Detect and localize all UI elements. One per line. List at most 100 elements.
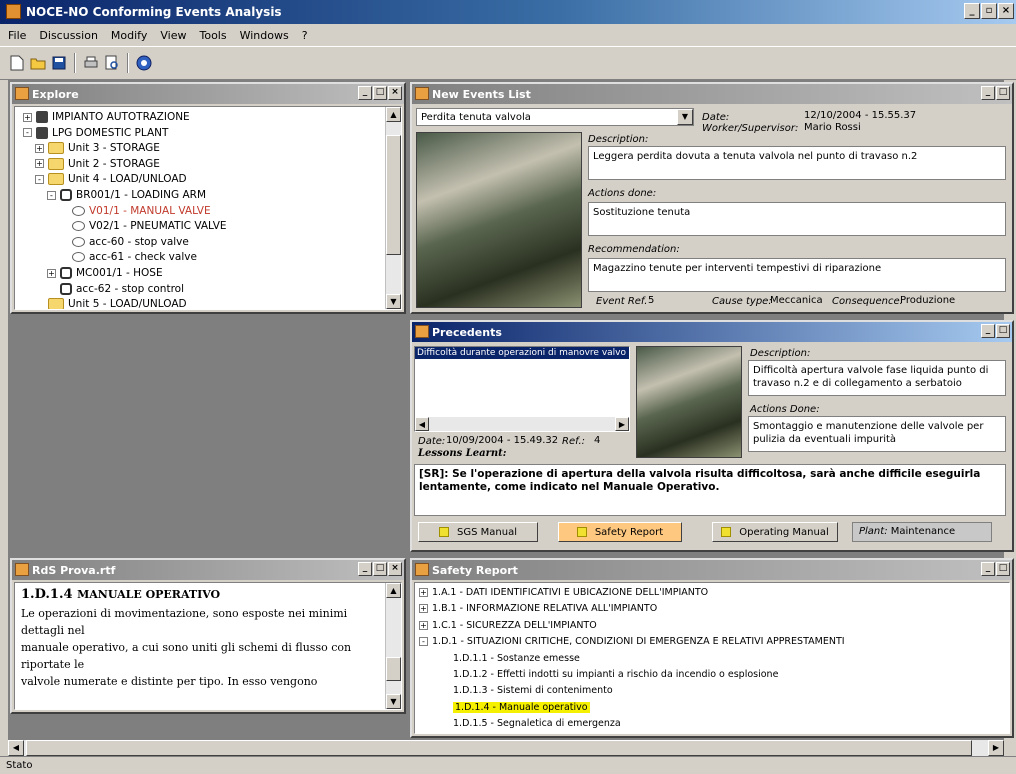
- collapse-icon[interactable]: -: [23, 128, 32, 138]
- safety-report-titlebar[interactable]: Safety Report _ □: [412, 560, 1012, 580]
- print-icon[interactable]: [82, 54, 100, 72]
- rds-window[interactable]: RdS Prova.rtf _ □ × 1.D.1.4 MANUALE OPERAT…: [10, 558, 406, 714]
- app-titlebar[interactable]: NOCE-NO Conforming Events Analysis _ ▫ ×: [0, 0, 1016, 24]
- scroll-thumb[interactable]: [26, 740, 972, 756]
- tree-item[interactable]: acc-62 - stop control: [47, 282, 184, 295]
- collapse-icon[interactable]: -: [35, 174, 44, 184]
- scroll-up-arrow[interactable]: ▲: [386, 583, 401, 598]
- tree-item[interactable]: V02/1 - PNEUMATIC VALVE: [59, 220, 227, 232]
- print-preview-icon[interactable]: [103, 54, 121, 72]
- safety-report-window[interactable]: Safety Report _ □ +1.A.1 - DATI IDENTIFIC…: [410, 558, 1014, 738]
- recommendation-field[interactable]: Magazzino tenute per interventi tempesti…: [588, 258, 1006, 292]
- precedents-list[interactable]: Difficoltà durante operazioni di manovre…: [414, 346, 630, 432]
- expand-icon[interactable]: +: [35, 143, 44, 153]
- scroll-down-arrow[interactable]: ▼: [386, 294, 401, 309]
- maximize-button[interactable]: □: [996, 562, 1010, 576]
- chevron-down-icon[interactable]: ▼: [677, 109, 693, 125]
- tree-item[interactable]: - LPG DOMESTIC PLANT: [23, 126, 168, 139]
- menu-windows[interactable]: Windows: [240, 29, 289, 42]
- prec-actions-field[interactable]: Smontaggio e manutenzione delle valvole …: [748, 416, 1006, 452]
- tree-item[interactable]: 1.D.1.2 - Effetti indotti su impianti a …: [453, 669, 778, 680]
- scroll-left-arrow[interactable]: ◀: [8, 740, 24, 756]
- tree-item[interactable]: +1.A.1 - DATI IDENTIFICATIVI E UBICAZION…: [419, 587, 708, 598]
- expand-icon[interactable]: +: [419, 588, 428, 597]
- safety-report-button[interactable]: Safety Report: [558, 522, 682, 542]
- menu-modify[interactable]: Modify: [111, 29, 147, 42]
- save-icon[interactable]: [50, 54, 68, 72]
- maximize-button[interactable]: □: [996, 86, 1010, 100]
- precedents-titlebar[interactable]: Precedents _ □: [412, 322, 1012, 342]
- rds-titlebar[interactable]: RdS Prova.rtf _ □ ×: [12, 560, 404, 580]
- close-button[interactable]: ×: [388, 562, 402, 576]
- description-field[interactable]: Leggera perdita dovuta a tenuta valvola …: [588, 146, 1006, 180]
- collapse-icon[interactable]: -: [419, 637, 428, 647]
- minimize-button[interactable]: _: [981, 324, 995, 338]
- operating-manual-button[interactable]: Operating Manual: [712, 522, 838, 542]
- tree-item[interactable]: Unit 5 - LOAD/UNLOAD: [35, 298, 187, 309]
- event-select[interactable]: Perdita tenuta valvola ▼: [416, 108, 694, 126]
- menu-help[interactable]: ?: [302, 29, 308, 42]
- maximize-button[interactable]: ▫: [981, 3, 997, 19]
- scroll-right-arrow[interactable]: ▶: [988, 740, 1004, 756]
- tree-item[interactable]: +1.C.1 - SICUREZZA DELL'IMPIANTO: [419, 620, 597, 631]
- tree-item[interactable]: -1.D.1 - SITUAZIONI CRITICHE, CONDIZIONI…: [419, 636, 845, 647]
- horizontal-scrollbar[interactable]: ◀ ▶: [8, 740, 1004, 756]
- rds-document[interactable]: 1.D.1.4 MANUALE OPERATIVO Le operazioni …: [14, 582, 402, 710]
- tree-item[interactable]: - Unit 4 - LOAD/UNLOAD: [35, 173, 187, 186]
- scrollbar[interactable]: ▲ ▼: [385, 107, 401, 309]
- expand-icon[interactable]: +: [23, 112, 32, 122]
- minimize-button[interactable]: _: [964, 3, 980, 19]
- expand-icon[interactable]: +: [35, 159, 44, 169]
- collapse-icon[interactable]: -: [47, 190, 56, 200]
- tree-item[interactable]: + Unit 3 - STORAGE: [35, 142, 160, 155]
- tree-item[interactable]: - BR001/1 - LOADING ARM: [47, 189, 206, 201]
- new-events-titlebar[interactable]: New Events List _ □: [412, 84, 1012, 104]
- minimize-button[interactable]: _: [981, 86, 995, 100]
- scroll-left-arrow[interactable]: ◀: [415, 417, 429, 431]
- explore-window[interactable]: Explore _ □ × + IMPIANTO AUTOTRAZIONE - LPG D…: [10, 82, 406, 314]
- expand-icon[interactable]: +: [419, 604, 428, 614]
- lessons-field[interactable]: [SR]: Se l'operazione di apertura della …: [414, 464, 1006, 516]
- minimize-button[interactable]: _: [358, 562, 372, 576]
- close-button[interactable]: ×: [388, 86, 402, 100]
- tree-item[interactable]: 1.D.1.4 - Manuale operativo: [453, 701, 590, 713]
- tree-item[interactable]: 1.D.1.5 - Segnaletica di emergenza: [453, 718, 621, 729]
- minimize-button[interactable]: _: [981, 562, 995, 576]
- safety-report-tree[interactable]: +1.A.1 - DATI IDENTIFICATIVI E UBICAZION…: [414, 582, 1010, 734]
- tree-item[interactable]: + Unit 2 - STORAGE: [35, 157, 160, 170]
- scroll-thumb[interactable]: [386, 135, 401, 255]
- minimize-button[interactable]: _: [358, 86, 372, 100]
- tree-item[interactable]: + MC001/1 - HOSE: [47, 267, 163, 279]
- tree-item[interactable]: V01/1 - MANUAL VALVE: [59, 205, 211, 217]
- actions-field[interactable]: Sostituzione tenuta: [588, 202, 1006, 236]
- tree-item[interactable]: 1.D.1.1 - Sostanze emesse: [453, 653, 580, 664]
- scroll-up-arrow[interactable]: ▲: [386, 107, 401, 122]
- scroll-down-arrow[interactable]: ▼: [386, 694, 401, 709]
- help-icon[interactable]: [135, 54, 153, 72]
- menu-discussion[interactable]: Discussion: [39, 29, 98, 42]
- new-events-window[interactable]: New Events List _ □ Perdita tenuta valvol…: [410, 82, 1014, 314]
- new-document-icon[interactable]: [8, 54, 26, 72]
- explore-tree[interactable]: + IMPIANTO AUTOTRAZIONE - LPG DOMESTIC PLAN…: [14, 106, 402, 310]
- scrollbar[interactable]: ◀ ▶: [415, 417, 629, 431]
- maximize-button[interactable]: □: [373, 562, 387, 576]
- expand-icon[interactable]: +: [47, 268, 56, 278]
- tree-item[interactable]: acc-61 - check valve: [59, 251, 197, 263]
- tree-item[interactable]: +1.B.1 - INFORMAZIONE RELATIVA ALL'IMPIA…: [419, 603, 657, 614]
- close-button[interactable]: ×: [998, 3, 1014, 19]
- scroll-thumb[interactable]: [386, 657, 401, 681]
- expand-icon[interactable]: +: [419, 620, 428, 630]
- scroll-right-arrow[interactable]: ▶: [615, 417, 629, 431]
- list-item[interactable]: Difficoltà durante operazioni di manovre…: [415, 347, 629, 359]
- open-folder-icon[interactable]: [29, 54, 47, 72]
- menu-view[interactable]: View: [160, 29, 186, 42]
- menu-tools[interactable]: Tools: [199, 29, 226, 42]
- maximize-button[interactable]: □: [373, 86, 387, 100]
- tree-item[interactable]: acc-60 - stop valve: [59, 236, 189, 248]
- menu-file[interactable]: File: [8, 29, 26, 42]
- explore-titlebar[interactable]: Explore _ □ ×: [12, 84, 404, 104]
- maximize-button[interactable]: □: [996, 324, 1010, 338]
- tree-item[interactable]: + IMPIANTO AUTOTRAZIONE: [23, 111, 190, 123]
- scrollbar[interactable]: ▲ ▼: [385, 583, 401, 709]
- precedents-window[interactable]: Precedents _ □ Difficoltà durante operazi…: [410, 320, 1014, 552]
